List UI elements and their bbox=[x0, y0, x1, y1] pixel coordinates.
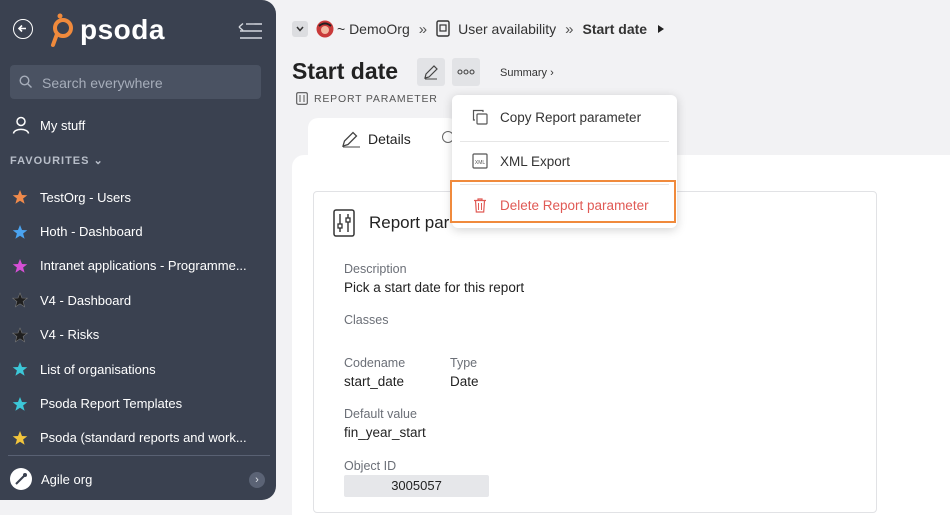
arrow-left-icon bbox=[17, 24, 26, 33]
caret-right-icon[interactable] bbox=[657, 24, 665, 34]
favourite-label: TestOrg - Users bbox=[40, 189, 132, 205]
breadcrumb: ~ DemoOrg » User availability » Start da… bbox=[292, 20, 665, 38]
breadcrumb-page[interactable]: User availability bbox=[458, 21, 556, 37]
object-type-text: REPORT PARAMETER bbox=[314, 92, 438, 105]
star-icon bbox=[12, 396, 28, 411]
svg-text:XML: XML bbox=[475, 160, 486, 166]
favourite-item[interactable]: Psoda (standard reports and work... bbox=[12, 421, 262, 455]
collapse-sidebar-button[interactable] bbox=[237, 22, 263, 45]
report-icon bbox=[436, 20, 450, 37]
menu-item-copy[interactable]: Copy Report parameter bbox=[452, 97, 677, 137]
favourite-item[interactable]: Hoth - Dashboard bbox=[12, 214, 262, 248]
favourite-label: V4 - Dashboard bbox=[40, 292, 132, 308]
my-stuff-link[interactable]: My stuff bbox=[12, 116, 85, 134]
favourite-label: Psoda Report Templates bbox=[40, 396, 183, 412]
star-icon bbox=[12, 362, 28, 376]
details-card bbox=[313, 191, 877, 513]
chevron-down-icon: ⌄ bbox=[93, 155, 104, 167]
description-value: Pick a start date for this report bbox=[344, 280, 525, 295]
breadcrumb-dropdown-button[interactable] bbox=[292, 21, 308, 37]
favourite-item[interactable]: List of organisations bbox=[12, 352, 262, 386]
codename-label: Codename bbox=[344, 356, 406, 370]
default-value-label: Default value bbox=[344, 407, 417, 421]
pencil-icon bbox=[424, 65, 438, 80]
favourite-item[interactable]: TestOrg - Users bbox=[12, 180, 262, 214]
copy-icon bbox=[472, 109, 488, 125]
favourites-list: TestOrg - Users Hoth - Dashboard Intrane… bbox=[12, 180, 262, 455]
star-icon bbox=[12, 430, 28, 445]
logo-mark-icon bbox=[51, 13, 73, 47]
organisation-switcher[interactable]: Agile org bbox=[10, 468, 92, 490]
star-icon bbox=[12, 224, 28, 239]
breadcrumb-separator: » bbox=[565, 20, 574, 38]
chevron-right-icon[interactable]: › bbox=[249, 472, 265, 488]
user-icon bbox=[12, 116, 30, 134]
favourite-item[interactable]: V4 - Dashboard bbox=[12, 283, 262, 317]
edit-button[interactable] bbox=[417, 58, 445, 86]
logo-text: psoda bbox=[80, 14, 165, 45]
menu-item-xml-export[interactable]: XML XML Export bbox=[452, 141, 677, 181]
organisation-avatar-icon bbox=[316, 20, 334, 38]
star-icon bbox=[12, 326, 28, 343]
back-button[interactable] bbox=[13, 19, 33, 39]
sidebar: psoda My stuff FAVOURITES ⌄ TestOrg - Us… bbox=[0, 0, 276, 500]
collapse-menu-icon bbox=[238, 22, 262, 39]
pencil-icon bbox=[342, 131, 360, 148]
psoda-logo[interactable]: psoda bbox=[50, 12, 165, 48]
menu-item-copy-label: Copy Report parameter bbox=[500, 109, 642, 125]
search-input[interactable] bbox=[40, 65, 259, 101]
xml-file-icon: XML bbox=[472, 153, 488, 169]
star-icon bbox=[12, 292, 28, 308]
star-icon bbox=[12, 190, 28, 204]
favourite-label: Intranet applications - Programme... bbox=[40, 258, 247, 274]
breadcrumb-separator: » bbox=[418, 20, 428, 38]
my-stuff-label: My stuff bbox=[40, 117, 86, 133]
favourite-label: V4 - Risks bbox=[40, 327, 100, 343]
summary-link[interactable]: Summary › bbox=[500, 67, 554, 79]
object-id-label: Object ID bbox=[344, 459, 397, 473]
favourite-item[interactable]: Intranet applications - Programme... bbox=[12, 249, 262, 283]
menu-item-xml-label: XML Export bbox=[500, 153, 571, 169]
default-value-value: fin_year_start bbox=[344, 425, 426, 440]
sidebar-divider bbox=[8, 455, 270, 456]
favourites-header[interactable]: FAVOURITES ⌄ bbox=[10, 154, 104, 167]
search-icon bbox=[19, 75, 32, 88]
type-label: Type bbox=[450, 356, 478, 370]
report-parameter-icon bbox=[296, 92, 308, 105]
favourite-item[interactable]: V4 - Risks bbox=[12, 318, 262, 352]
tab-details[interactable]: Details bbox=[308, 118, 458, 160]
type-value: Date bbox=[450, 374, 479, 389]
codename-value: start_date bbox=[344, 374, 405, 389]
card-title: Report par bbox=[369, 213, 450, 232]
search-box bbox=[10, 65, 261, 101]
classes-label: Classes bbox=[344, 313, 389, 327]
breadcrumb-current: Start date bbox=[582, 21, 648, 37]
tab-details-label: Details bbox=[368, 131, 411, 147]
breadcrumb-org[interactable]: ~ DemoOrg bbox=[337, 21, 410, 37]
star-icon bbox=[12, 258, 28, 273]
favourite-item[interactable]: Psoda Report Templates bbox=[12, 386, 262, 420]
description-label: Description bbox=[344, 262, 407, 276]
report-parameter-icon bbox=[333, 209, 355, 237]
object-type-label: REPORT PARAMETER bbox=[296, 92, 438, 105]
favourite-label: Hoth - Dashboard bbox=[40, 224, 143, 240]
ellipsis-icon bbox=[457, 69, 475, 75]
highlight-box bbox=[450, 180, 676, 223]
chevron-down-icon bbox=[296, 26, 304, 32]
favourite-label: Psoda (standard reports and work... bbox=[40, 430, 247, 446]
more-options-button[interactable] bbox=[452, 58, 480, 86]
favourite-label: List of organisations bbox=[40, 361, 156, 377]
page-title: Start date bbox=[292, 58, 399, 84]
organisation-name: Agile org bbox=[41, 471, 93, 487]
favourites-header-label: FAVOURITES bbox=[10, 155, 90, 167]
object-id-value: 3005057 bbox=[344, 475, 489, 497]
organisation-icon bbox=[10, 468, 32, 490]
